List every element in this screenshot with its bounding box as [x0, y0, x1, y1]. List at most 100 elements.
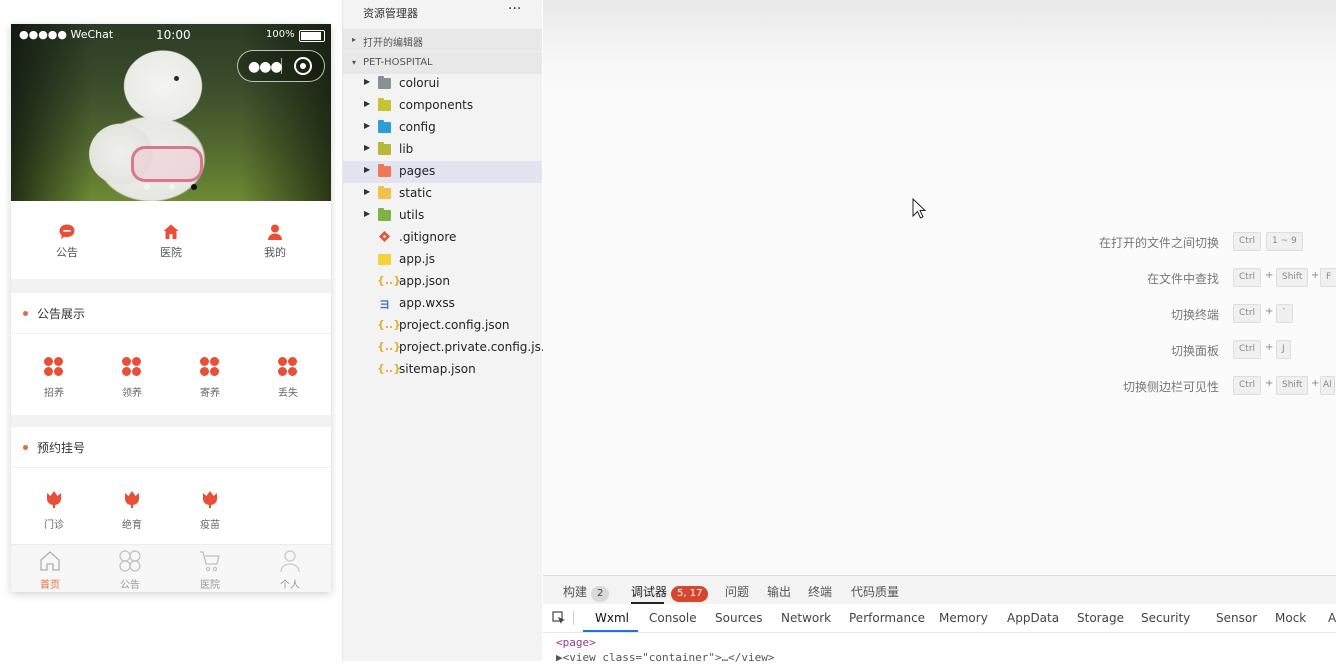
panel-tab-console[interactable]: Console — [649, 611, 697, 625]
panel-tab-appdata[interactable]: AppData — [1007, 611, 1059, 625]
grid-item-clinic[interactable]: 门诊 — [29, 489, 79, 531]
status-time: 10:00 — [156, 28, 191, 42]
panel-tab-wxml[interactable]: Wxml — [595, 611, 629, 625]
tab-terminal[interactable]: 终端 — [808, 583, 832, 600]
tab-home[interactable]: 首页 — [20, 549, 80, 591]
panel-tab-more[interactable]: A — [1328, 611, 1336, 625]
tab-hospital[interactable]: 医院 — [180, 549, 240, 591]
tree-folder-static[interactable]: ▶ static — [343, 183, 542, 205]
shortcut-row: 在文件中查找 Ctrl + Shift + F — [543, 268, 1336, 290]
tree-item-name: colorui — [399, 76, 440, 90]
banner-shadow-left — [11, 24, 91, 201]
grid-item-vaccine[interactable]: 疫苗 — [185, 489, 235, 531]
tab-output[interactable]: 输出 — [767, 583, 791, 600]
tree-file-app-js[interactable]: app.js — [343, 249, 542, 271]
tree-file-project-private-config[interactable]: {..} project.private.config.js... — [343, 337, 552, 359]
key-plus: + — [1265, 378, 1274, 389]
tree-item-name: app.wxss — [399, 296, 455, 310]
folder-icon — [378, 120, 391, 133]
tree-file-app-json[interactable]: {..} app.json — [343, 271, 542, 293]
panel-tab-security[interactable]: Security — [1141, 611, 1190, 625]
tree-item-name: pages — [399, 164, 436, 178]
open-editors-section[interactable]: ▸ 打开的编辑器 — [343, 29, 542, 51]
tree-folder-colorui[interactable]: ▶ colorui — [343, 73, 542, 95]
tree-item-name: sitemap.json — [399, 362, 476, 376]
inspect-element-icon[interactable] — [552, 611, 566, 625]
cart-icon — [200, 551, 220, 572]
tab-code-quality[interactable]: 代码质量 — [851, 583, 899, 600]
chevron-right-icon: ▶ — [364, 143, 371, 152]
tree-file-gitignore[interactable]: .gitignore — [343, 227, 542, 249]
battery-label: 100% — [266, 29, 295, 40]
tab-debugger[interactable]: 调试器 5, 17 — [631, 583, 709, 602]
nav-mine[interactable]: 我的 — [245, 223, 305, 260]
css-file-icon: ヨ — [379, 298, 390, 311]
key-plus: + — [1311, 270, 1320, 281]
toolbar-divider — [573, 611, 574, 625]
tree-item-name: utils — [399, 208, 425, 222]
banner-swiper[interactable]: ●●●●● WeChat 10:00 100% ●●● — [11, 24, 331, 201]
tab-build[interactable]: 构建 2 — [563, 583, 610, 602]
tree-folder-pages[interactable]: ▶ pages — [343, 161, 542, 183]
close-target-icon[interactable] — [294, 57, 312, 75]
file-explorer: 资源管理器 ··· ▸ 打开的编辑器 ▾ PET-HOSPITAL ▶ colo… — [343, 0, 552, 661]
error-badge: 5, 17 — [671, 586, 709, 602]
carrier-label: ●●●●● WeChat — [19, 28, 114, 41]
tab-label: 个人 — [280, 580, 300, 591]
nav-label: 公告 — [56, 246, 78, 259]
chevron-right-icon: ▶ — [364, 77, 371, 86]
panel-tab-sources[interactable]: Sources — [715, 611, 762, 625]
section-header: 公告展示 — [11, 293, 331, 334]
more-dots-icon[interactable]: ●●● — [248, 59, 283, 75]
tab-problems[interactable]: 问题 — [725, 583, 749, 600]
folder-icon — [378, 208, 391, 221]
section-title: 预约挂号 — [37, 441, 86, 455]
grid-item-lost[interactable]: 丢失 — [263, 357, 313, 399]
panel-tab-network[interactable]: Network — [781, 611, 831, 625]
tree-file-app-wxss[interactable]: ヨ app.wxss — [343, 293, 542, 315]
grid-item-recruit[interactable]: 招养 — [29, 357, 79, 399]
folder-icon — [378, 98, 391, 111]
tree-item-name: project.config.json — [399, 318, 510, 332]
tree-folder-utils[interactable]: ▶ utils — [343, 205, 542, 227]
nav-announcement[interactable]: 公告 — [37, 223, 97, 260]
dog-eye — [174, 76, 179, 81]
nav-hospital[interactable]: 医院 — [141, 223, 201, 260]
dog-harness-shape — [131, 146, 203, 182]
tab-announcement[interactable]: 公告 — [100, 549, 160, 591]
tree-file-project-config[interactable]: {..} project.config.json — [343, 315, 542, 337]
grid-label: 领养 — [122, 388, 142, 399]
tab-label: 构建 — [563, 585, 588, 599]
tree-file-sitemap[interactable]: {..} sitemap.json — [343, 359, 542, 381]
booking-section: 预约挂号 门诊 绝育 疫苗 — [11, 427, 331, 544]
panel-tab-memory[interactable]: Memory — [939, 611, 988, 625]
grid-item-sterilize[interactable]: 绝育 — [107, 489, 157, 531]
tree-folder-config[interactable]: ▶ config — [343, 117, 542, 139]
tree-item-name: config — [399, 120, 436, 134]
panel-tab-performance[interactable]: Performance — [849, 611, 925, 625]
grid-item-adopt[interactable]: 领养 — [107, 357, 157, 399]
tree-folder-components[interactable]: ▶ components — [343, 95, 542, 117]
grid-label: 绝育 — [122, 520, 142, 531]
project-section[interactable]: ▾ PET-HOSPITAL — [343, 52, 542, 74]
shortcut-label: 在打开的文件之间切换 — [1098, 236, 1219, 250]
key-cap: Ctrl — [1233, 304, 1262, 323]
folder-icon — [378, 164, 391, 177]
wxml-page-node[interactable]: <page> — [556, 636, 596, 649]
announcement-section: 公告展示 招养 领养 寄养 丢失 — [11, 293, 331, 415]
panel-tab-mock[interactable]: Mock — [1275, 611, 1306, 625]
simulator-panel: ●●●●● WeChat 10:00 100% ●●● 公告 医院 我的 公告展… — [0, 0, 343, 661]
swiper-dot-active[interactable] — [191, 184, 197, 190]
swiper-dot[interactable] — [169, 184, 175, 190]
more-actions-icon[interactable]: ··· — [508, 1, 521, 17]
tree-folder-lib[interactable]: ▶ lib — [343, 139, 542, 161]
swiper-dot[interactable] — [144, 184, 150, 190]
wxml-view-node[interactable]: ▶<view class="container">…</view> — [556, 651, 775, 664]
panel-tab-storage[interactable]: Storage — [1077, 611, 1124, 625]
grid-item-foster[interactable]: 寄养 — [185, 357, 235, 399]
mini-program-capsule[interactable]: ●●● — [237, 50, 325, 82]
grid-label: 寄养 — [200, 388, 220, 399]
panel-tab-sensor[interactable]: Sensor — [1216, 611, 1257, 625]
tab-personal[interactable]: 个人 — [260, 549, 320, 591]
shortcut-label: 切换终端 — [1170, 308, 1219, 322]
